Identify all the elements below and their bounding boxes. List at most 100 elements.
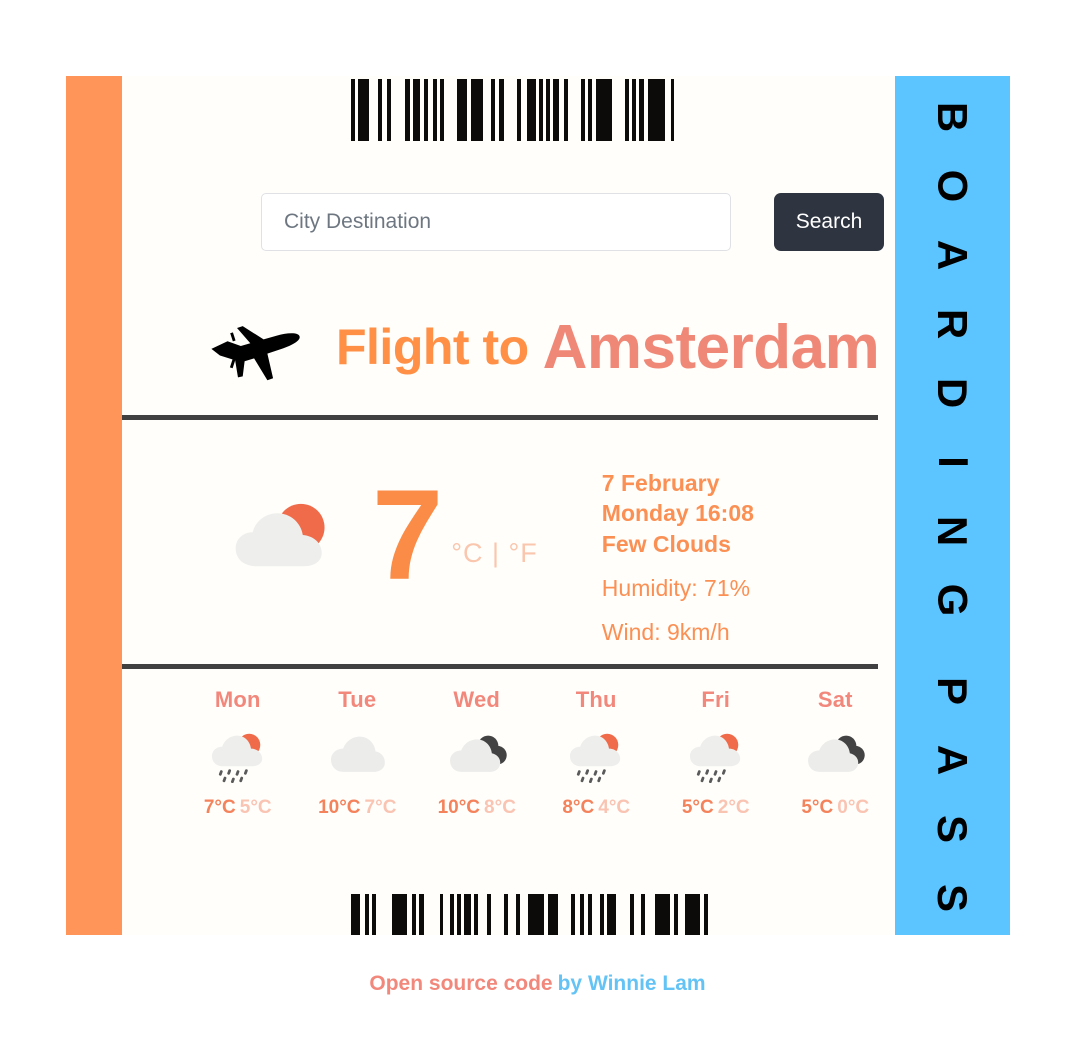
- flight-title-row: Flight to Amsterdam: [208, 302, 880, 392]
- barcode-bar: [704, 894, 708, 935]
- forecast-temp-min: 5°C: [239, 797, 272, 818]
- barcode-bar: [648, 79, 665, 141]
- barcode-bar: [634, 894, 641, 935]
- forecast-day[interactable]: Mon 7°C 5°C: [178, 687, 298, 819]
- barcode-bar: [678, 894, 685, 935]
- barcode-bottom: [351, 894, 828, 935]
- current-temperature: 7: [372, 464, 443, 607]
- footer: Open source code by Winnie Lam: [0, 972, 1075, 996]
- forecast-day-temps: 8°C 4°C: [562, 797, 630, 819]
- forecast-temp-max: 10°C: [318, 797, 361, 818]
- barcode-bar: [369, 79, 378, 141]
- forecast-day-name: Fri: [701, 687, 731, 712]
- blue-stub: B O A R D I N G P A S S: [895, 76, 1010, 935]
- sun-cloud-rain-icon: [208, 731, 268, 784]
- current-date: 7 February: [601, 470, 720, 496]
- barcode-bar: [671, 79, 674, 141]
- forecast-day[interactable]: Sat 5°C 0°C: [776, 687, 896, 819]
- boarding-letter: I: [929, 456, 977, 468]
- forecast-day-name: Sat: [817, 687, 853, 712]
- boarding-letter: D: [929, 377, 977, 409]
- barcode-bar: [483, 79, 491, 141]
- boarding-letter: R: [929, 308, 977, 340]
- barcode-bar: [616, 894, 630, 935]
- weather-boarding-pass-app: Search Flight to Amsterdam: [0, 0, 1075, 1060]
- barcode-bar: [478, 894, 487, 935]
- flight-city: Amsterdam: [542, 312, 880, 382]
- barcode-bar: [464, 894, 471, 935]
- barcode-bar: [424, 894, 440, 935]
- barcode-bar: [413, 79, 420, 141]
- orange-stub: [66, 76, 122, 935]
- boarding-letter: A: [929, 239, 977, 271]
- forecast-day-temps: 10°C 7°C: [318, 797, 396, 819]
- barcode-bar: [358, 79, 369, 141]
- forecast-temp-min: 7°C: [364, 797, 397, 818]
- barcode-bar: [685, 894, 700, 935]
- sun-cloud-rain-icon: [566, 731, 626, 784]
- sun-cloud-rain-icon: [686, 731, 746, 784]
- current-weather-section: 7 °C | °F 7 February Monday 16:08 Few Cl…: [122, 440, 895, 655]
- barcode-bar: [655, 894, 670, 935]
- forecast-day[interactable]: Wed 10°C 8°C: [417, 687, 537, 819]
- dark-cloud-icon: [805, 731, 865, 783]
- flight-prefix: Flight to: [336, 319, 529, 375]
- search-row: Search: [261, 193, 884, 251]
- search-input[interactable]: [261, 193, 731, 251]
- current-day-time: Monday 16:08: [601, 500, 754, 527]
- barcode-bar: [391, 79, 405, 141]
- forecast-day-temps: 10°C 8°C: [438, 797, 516, 819]
- forecast-day[interactable]: Fri 5°C 2°C: [656, 687, 776, 819]
- temperature-units-toggle[interactable]: °C | °F: [451, 538, 538, 569]
- barcode-bar: [612, 79, 625, 141]
- barcode-bar: [520, 894, 528, 935]
- barcode-bar: [528, 894, 544, 935]
- current-weather-meta: 7 February Monday 16:08 Few Clouds Humid…: [602, 440, 754, 648]
- current-condition: Few Clouds: [601, 530, 731, 557]
- dark-cloud-icon: [447, 731, 507, 783]
- forecast-day-temps: 5°C 0°C: [801, 797, 869, 819]
- forecast-day-name: Mon: [214, 687, 261, 712]
- barcode-bar: [444, 79, 457, 141]
- barcode-bar: [645, 894, 655, 935]
- boarding-letter: P: [929, 676, 977, 706]
- forecast-day[interactable]: Tue 10°C 7°C: [298, 687, 418, 819]
- forecast-temp-max: 5°C: [681, 797, 714, 818]
- barcode-top: [351, 79, 828, 141]
- barcode-bar: [457, 79, 467, 141]
- sun-behind-cloud-icon: [230, 496, 334, 576]
- barcode-bar: [527, 79, 536, 141]
- barcode-bar: [392, 894, 407, 935]
- footer-author-link[interactable]: by Winnie Lam: [558, 972, 706, 995]
- forecast-day-temps: 7°C 5°C: [204, 797, 272, 819]
- barcode-bar: [568, 79, 581, 141]
- forecast-row: Mon 7°C 5°C Tue 10°C 7°C Wed 10°C 8°C Thu 8°C 4°C Fr…: [178, 687, 895, 819]
- forecast-temp-min: 0°C: [837, 797, 870, 818]
- boarding-letter: N: [929, 515, 977, 547]
- cloud-icon: [327, 731, 387, 783]
- boarding-letter: B: [929, 101, 977, 133]
- forecast-temp-max: 8°C: [562, 797, 595, 818]
- forecast-temp-max: 5°C: [801, 797, 834, 818]
- forecast-temp-min: 8°C: [484, 797, 516, 818]
- card-content: Search Flight to Amsterdam: [122, 76, 895, 935]
- boarding-letter: S: [929, 883, 977, 913]
- forecast-day[interactable]: Thu 8°C 4°C: [537, 687, 657, 819]
- forecast-temp-min: 4°C: [598, 797, 631, 818]
- boarding-letter: O: [929, 169, 977, 203]
- footer-primary-text: Open source code: [369, 972, 553, 995]
- boarding-pass-label: B O A R D I N G P A S S: [895, 76, 1010, 935]
- boarding-pass-card: Search Flight to Amsterdam: [66, 76, 1010, 935]
- current-humidity: Humidity: 71%: [601, 575, 751, 602]
- forecast-day-temps: 5°C 2°C: [682, 797, 750, 819]
- boarding-letter: G: [929, 583, 977, 617]
- forecast-day-name: Tue: [338, 687, 377, 712]
- forecast-day-name: Thu: [575, 687, 617, 712]
- barcode-bar: [596, 79, 612, 141]
- divider-top: [122, 415, 878, 420]
- search-button[interactable]: Search: [774, 193, 884, 251]
- barcode-bar: [443, 894, 450, 935]
- barcode-bar: [471, 79, 483, 141]
- current-wind: Wind: 9km/h: [601, 619, 730, 646]
- barcode-bar: [491, 894, 504, 935]
